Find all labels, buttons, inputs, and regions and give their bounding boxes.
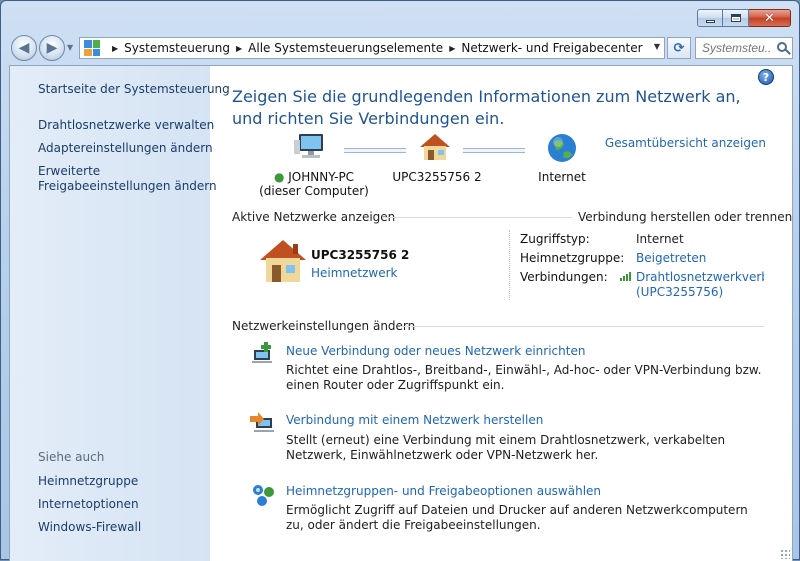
active-network-name: UPC3255756 2 — [311, 248, 410, 262]
search-box[interactable] — [695, 37, 793, 59]
close-icon: ✕ — [764, 10, 775, 26]
task-homegroup-description: Ermöglicht Zugriff auf Dateien und Druck… — [286, 503, 748, 532]
back-arrow-icon: ◀ — [18, 40, 30, 56]
sidebar-link-advanced-sharing-line2[interactable]: Freigabeeinstellungen ändern — [38, 178, 217, 194]
divider — [509, 230, 510, 300]
caption-buttons: ✕ — [697, 9, 791, 27]
network-node-label: UPC3255756 2 — [392, 170, 482, 184]
main-panel: ? Zeigen Sie die grundlegenden Informati… — [210, 66, 792, 561]
connect-network-icon[interactable] — [250, 410, 276, 436]
network-type-link[interactable]: Heimnetzwerk — [311, 266, 398, 280]
computer-node-label: ● JOHNNY-PC (dieser Computer) — [254, 170, 374, 198]
minimize-button[interactable] — [697, 9, 723, 27]
computer-subtitle: (dieser Computer) — [259, 184, 369, 198]
sidebar-link-adapter-settings[interactable]: Adaptereinstellungen ändern — [38, 140, 213, 156]
task-new-connection-link[interactable]: Neue Verbindung oder neues Netzwerk einr… — [286, 344, 585, 358]
control-panel-icon — [84, 40, 100, 56]
page-title: Zeigen Sie die grundlegenden Information… — [232, 87, 741, 128]
task-new-connection-description: Richtet eine Drahtlos-, Breitband-, Einw… — [286, 363, 762, 392]
navigation-bar: ◀ ▶ ▼ ▶ Systemsteuerung ▶ Alle Systemste… — [9, 35, 793, 61]
internet-node[interactable] — [544, 132, 580, 167]
maximize-icon — [730, 14, 741, 22]
computer-name: ● JOHNNY-PC — [273, 170, 355, 184]
address-dropdown-icon[interactable]: ▼ — [654, 42, 660, 51]
divider — [400, 326, 764, 327]
sidebar: Startseite der Systemsteuerung Drahtlosn… — [10, 66, 230, 561]
breadcrumb-arrow-icon[interactable]: ▶ — [449, 44, 455, 53]
globe-icon — [548, 134, 576, 162]
sidebar-link-internet-options[interactable]: Internetoptionen — [38, 496, 139, 512]
signal-bars-icon — [620, 271, 634, 284]
breadcrumb-control-panel[interactable]: Systemsteuerung — [124, 41, 230, 55]
sidebar-link-manage-wireless[interactable]: Drahtlosnetzwerke verwalten — [38, 117, 214, 133]
task-connect-network-link[interactable]: Verbindung mit einem Netzwerk herstellen — [286, 413, 543, 427]
network-node[interactable] — [415, 132, 455, 165]
change-settings-label: Netzwerkeinstellungen ändern — [232, 319, 416, 333]
connector-line — [344, 148, 406, 153]
homegroup-icon[interactable] — [250, 482, 276, 508]
sidebar-link-windows-firewall[interactable]: Windows-Firewall — [38, 519, 141, 535]
breadcrumb-arrow-icon[interactable]: ▶ — [236, 44, 242, 53]
refresh-icon: ⟳ — [673, 40, 685, 56]
homegroup-link[interactable]: Beigetreten — [636, 251, 706, 265]
new-connection-icon[interactable] — [250, 340, 276, 366]
back-button[interactable]: ◀ — [11, 35, 37, 61]
divider — [382, 217, 572, 218]
active-networks-label: Aktive Netzwerke anzeigen — [232, 210, 396, 224]
maximize-button[interactable] — [723, 9, 749, 27]
sidebar-link-advanced-sharing-line1[interactable]: Erweiterte — [38, 163, 100, 179]
see-also-heading: Siehe auch — [38, 450, 105, 464]
sidebar-link-homegroup[interactable]: Heimnetzgruppe — [38, 473, 138, 489]
forward-arrow-icon: ▶ — [46, 40, 58, 56]
refresh-button[interactable]: ⟳ — [667, 37, 691, 59]
full-map-link[interactable]: Gesamtübersicht anzeigen — [605, 136, 766, 150]
house-icon — [420, 134, 450, 160]
task-connect-network-description: Stellt (erneut) eine Verbindung mit eine… — [286, 433, 726, 462]
internet-node-label: Internet — [538, 170, 586, 184]
breadcrumb-all-items[interactable]: Alle Systemsteuerungselemente — [248, 41, 443, 55]
computer-icon — [294, 134, 323, 158]
house-icon — [260, 240, 306, 282]
breadcrumb-arrow-icon[interactable]: ▶ — [112, 44, 118, 53]
content-frame: Startseite der Systemsteuerung Drahtlosn… — [9, 65, 793, 561]
connection-link[interactable]: Drahtlosnetzwerkverbind — [636, 270, 764, 284]
connector-line — [463, 148, 525, 153]
homegroup-label: Heimnetzgruppe: — [520, 251, 625, 265]
access-type-label: Zugriffstyp: — [520, 232, 590, 246]
close-button[interactable]: ✕ — [749, 9, 791, 27]
computer-node[interactable] — [270, 132, 350, 165]
connection-subtitle-link[interactable]: (UPC3255756) — [636, 285, 723, 299]
resize-grip[interactable] — [780, 549, 790, 559]
search-icon[interactable] — [777, 42, 787, 52]
connect-disconnect-link[interactable]: Verbindung herstellen oder trennen — [578, 210, 792, 224]
breadcrumb-network-center[interactable]: Netzwerk- und Freigabecenter — [461, 41, 642, 55]
window: ✕ ◀ ▶ ▼ ▶ Systemsteuerung ▶ Alle Systems… — [0, 0, 800, 561]
sidebar-link-control-panel-home[interactable]: Startseite der Systemsteuerung — [38, 81, 230, 97]
search-input[interactable] — [702, 41, 770, 55]
task-homegroup-link[interactable]: Heimnetzgruppen- und Freigabeoptionen au… — [286, 484, 601, 498]
minimize-icon — [705, 19, 715, 23]
help-icon[interactable]: ? — [758, 69, 774, 85]
access-type-value: Internet — [636, 232, 684, 246]
forward-button[interactable]: ▶ — [39, 35, 65, 61]
address-bar[interactable]: ▶ Systemsteuerung ▶ Alle Systemsteuerung… — [79, 37, 665, 59]
recent-pages-dropdown[interactable]: ▼ — [67, 43, 73, 52]
network-house-icon[interactable] — [258, 238, 308, 289]
connections-label: Verbindungen: — [520, 270, 608, 284]
